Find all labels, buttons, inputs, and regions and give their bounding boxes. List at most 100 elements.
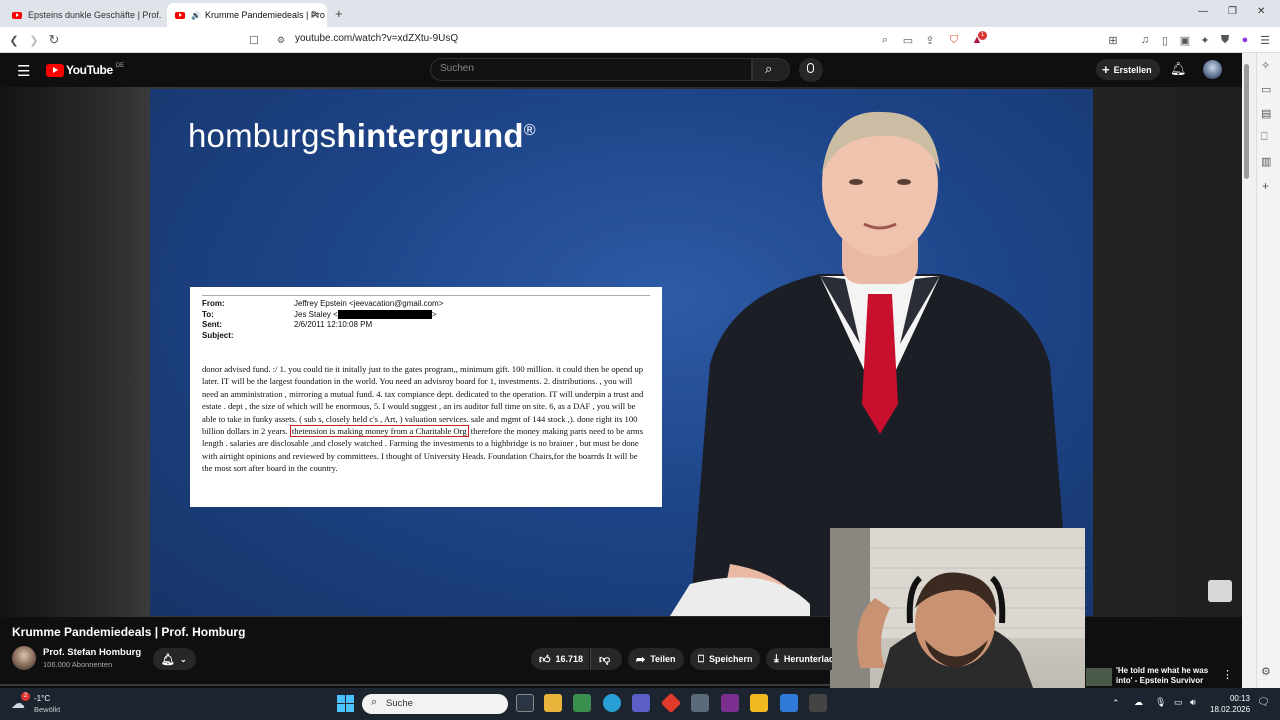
tray-display-icon[interactable]: ▭ bbox=[1174, 697, 1183, 708]
vscode-icon[interactable] bbox=[780, 694, 798, 712]
taskbar-search-input[interactable] bbox=[362, 694, 508, 714]
tab-search-icon[interactable]: ▭ bbox=[1261, 83, 1271, 96]
microsoft-store-icon[interactable] bbox=[544, 694, 562, 712]
reload-icon[interactable]: ↻ bbox=[45, 31, 63, 49]
new-tab-button[interactable]: + bbox=[335, 6, 343, 21]
voice-search-button[interactable] bbox=[799, 58, 823, 82]
tray-mic-icon[interactable]: 🎙︎ bbox=[1155, 697, 1166, 708]
close-window-button[interactable]: ✕ bbox=[1257, 6, 1265, 17]
notifications-bell-icon[interactable]: 🔔︎ bbox=[1170, 61, 1187, 77]
tray-cloud-icon[interactable]: ☁ bbox=[1134, 697, 1143, 708]
vpn-icon[interactable]: ⛊ bbox=[1216, 31, 1234, 49]
next-video-title[interactable]: 'He told me what he was into' - Epstein … bbox=[1116, 666, 1216, 686]
channel-avatar[interactable] bbox=[12, 646, 36, 670]
dislike-button[interactable]: 👎︎ bbox=[590, 648, 622, 670]
sidebar-toggle-icon[interactable]: ▯ bbox=[1156, 31, 1174, 49]
minimize-button[interactable]: — bbox=[1198, 6, 1208, 17]
account-avatar[interactable] bbox=[1203, 60, 1222, 79]
url-field[interactable]: youtube.com/watch?v=xdZXtu-9UsQ bbox=[295, 33, 458, 44]
tray-chevron-up-icon[interactable]: ⌃ bbox=[1112, 698, 1120, 709]
forward-icon[interactable]: ❯ bbox=[25, 31, 43, 49]
next-video-thumbnail[interactable] bbox=[1086, 668, 1112, 686]
like-button[interactable]: 👍︎ 16.718 bbox=[531, 648, 589, 670]
like-count: 16.718 bbox=[555, 654, 584, 664]
tab-close-icon[interactable]: ✕ bbox=[311, 10, 319, 21]
subscription-bell-button[interactable]: 🔔︎ ⌄ bbox=[153, 648, 196, 670]
from-value: Jeffrey Epstein <jeevacation@gmail.com> bbox=[294, 299, 444, 308]
more-options-icon[interactable]: ⋮ bbox=[1222, 668, 1233, 681]
browser-tab-bar: Epsteins dunkle Geschäfte | Prof. Hom 🔊 … bbox=[0, 0, 1280, 27]
tab-label: Krumme Pandemiedeals | Pro bbox=[204, 10, 325, 20]
youtube-play-logo-icon bbox=[46, 63, 64, 77]
wallet-panel-icon[interactable]: ▤ bbox=[1261, 107, 1271, 120]
from-label: From: bbox=[202, 299, 225, 308]
bookmark-icon[interactable]: ☐ bbox=[245, 31, 263, 49]
sent-label: Sent: bbox=[202, 320, 222, 329]
subject-label: Subject: bbox=[202, 330, 234, 340]
leo-sparkle-icon[interactable]: ✧ bbox=[1261, 59, 1270, 72]
menu-icon[interactable]: ☰ bbox=[1256, 31, 1274, 49]
sidebar-settings-gear-icon[interactable]: ⚙ bbox=[1261, 665, 1271, 678]
scrollbar-thumb[interactable] bbox=[1244, 64, 1249, 179]
email-document: From: Jeffrey Epstein <jeevacation@gmail.… bbox=[190, 287, 662, 507]
taskbar-search-icon: ⌕ bbox=[371, 696, 378, 708]
create-label: Erstellen bbox=[1113, 64, 1152, 75]
add-panel-icon[interactable]: + bbox=[1262, 179, 1269, 193]
site-info-icon[interactable]: ⚙ bbox=[272, 31, 290, 49]
leo-ai-icon[interactable]: ● bbox=[1236, 31, 1254, 49]
video-end-card-icon[interactable] bbox=[1208, 580, 1232, 602]
cast-icon[interactable]: ▭ bbox=[899, 31, 917, 49]
weather-description: Bewölkt bbox=[34, 705, 61, 714]
to-label: To: bbox=[202, 309, 214, 319]
search-button[interactable]: ⌕ bbox=[752, 58, 790, 81]
zoom-icon[interactable]: ⌕ bbox=[876, 31, 894, 49]
brand-light-text: homburgs bbox=[188, 117, 337, 154]
teams-icon[interactable] bbox=[632, 694, 650, 712]
app-icon[interactable] bbox=[691, 694, 709, 712]
microphone-icon bbox=[807, 63, 814, 73]
tab-epstein[interactable]: Epsteins dunkle Geschäfte | Prof. Hom bbox=[4, 3, 164, 27]
youtube-favicon-icon bbox=[12, 11, 22, 19]
share-icon[interactable]: ⇪ bbox=[921, 31, 939, 49]
music-icon[interactable]: ♫ bbox=[1136, 31, 1154, 49]
address-bar bbox=[0, 27, 1280, 53]
brand-registered-mark: ® bbox=[523, 122, 536, 139]
calculator-icon[interactable] bbox=[573, 694, 591, 712]
windows-start-icon[interactable] bbox=[337, 695, 354, 712]
app-icon-2[interactable] bbox=[809, 694, 827, 712]
wallet-icon[interactable]: ▣ bbox=[1176, 31, 1194, 49]
share-button[interactable]: ➦ Teilen bbox=[628, 648, 684, 670]
reading-list-icon[interactable]: ▥ bbox=[1261, 155, 1271, 168]
hamburger-menu-icon[interactable]: ☰ bbox=[17, 62, 30, 80]
brave-shield-icon[interactable]: ⛉ bbox=[945, 31, 963, 49]
download-label: Herunterlad bbox=[783, 654, 832, 664]
video-progress-bar[interactable] bbox=[0, 684, 830, 686]
restore-button[interactable]: ❐ bbox=[1228, 6, 1237, 17]
plus-icon: + bbox=[1102, 62, 1110, 77]
notification-center-icon[interactable]: 🗨︎ bbox=[1257, 697, 1270, 708]
edge-browser-icon[interactable] bbox=[603, 694, 621, 712]
taskbar-search-label: Suche bbox=[386, 698, 413, 709]
task-view-icon[interactable] bbox=[516, 694, 534, 712]
download-button[interactable]: ⤓ Herunterlad bbox=[766, 648, 832, 670]
tray-volume-icon[interactable]: 🔊︎ bbox=[1190, 697, 1196, 708]
download-icon: ⤓ bbox=[774, 652, 779, 665]
region-code: DE bbox=[115, 62, 125, 69]
extensions-icon[interactable]: ✦ bbox=[1196, 31, 1214, 49]
tab-pandemiedeals[interactable]: 🔊 Krumme Pandemiedeals | Pro ✕ bbox=[167, 3, 327, 27]
back-icon[interactable]: ❮ bbox=[5, 31, 23, 49]
obs-icon[interactable] bbox=[721, 694, 739, 712]
bookmarks-panel-icon[interactable]: ⎕ bbox=[1261, 131, 1268, 144]
taskbar-clock[interactable]: 00:13 18.02.2026 bbox=[1210, 693, 1250, 715]
save-button[interactable]: ⎕ Speichern bbox=[690, 648, 760, 670]
search-input[interactable] bbox=[430, 58, 752, 81]
save-label: Speichern bbox=[709, 654, 753, 664]
file-explorer-icon[interactable] bbox=[750, 694, 768, 712]
youtube-logo[interactable]: YouTube DE bbox=[46, 63, 124, 77]
translate-icon[interactable]: ⊞ bbox=[1104, 31, 1122, 49]
channel-name[interactable]: Prof. Stefan Homburg bbox=[43, 647, 141, 658]
speaker-icon[interactable]: 🔊 bbox=[191, 11, 201, 20]
create-button[interactable]: + Erstellen bbox=[1096, 59, 1160, 80]
highlighted-phrase: thetension is making money from a Charit… bbox=[289, 425, 469, 438]
sent-value: 2/6/2011 12:10:08 PM bbox=[294, 320, 373, 329]
